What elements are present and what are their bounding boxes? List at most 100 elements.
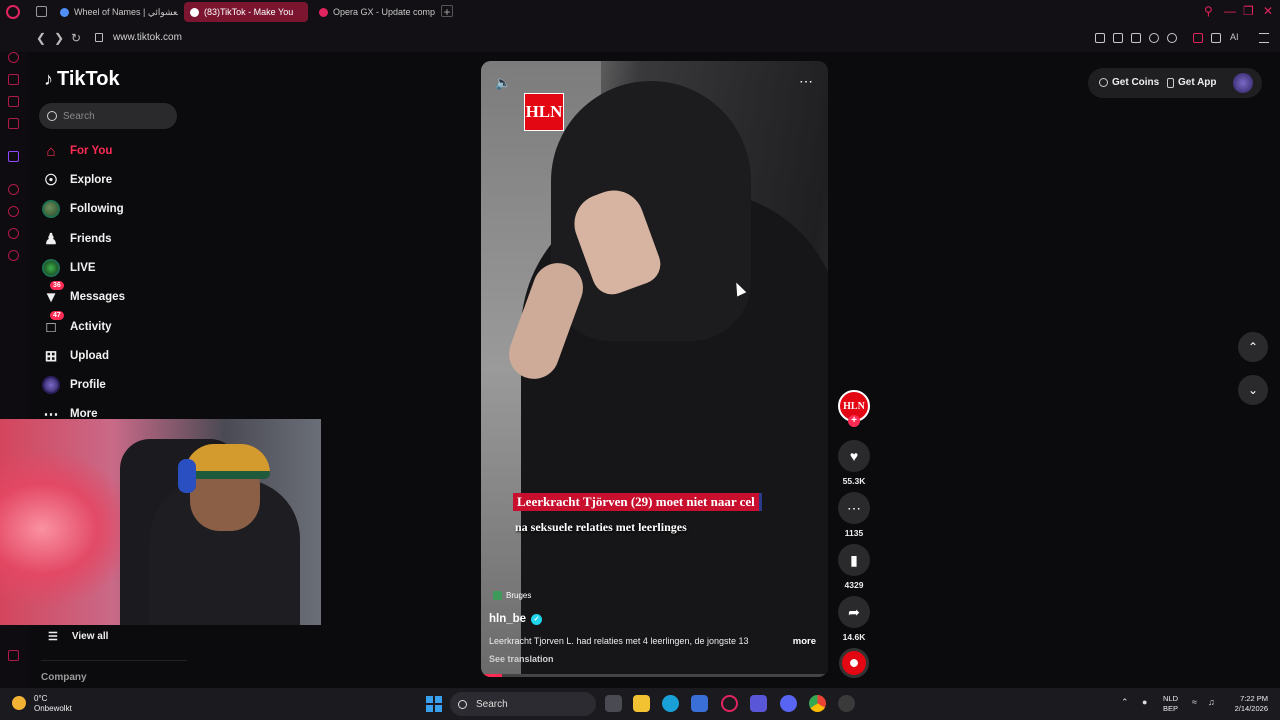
user-avatar[interactable] [1233, 73, 1253, 93]
nav-label: Profile [70, 379, 106, 391]
tiktok-logo[interactable]: ♪ TikTok [44, 68, 120, 91]
twitch-icon[interactable] [8, 151, 19, 162]
close-window-button[interactable]: ✕ [1263, 4, 1273, 18]
next-video-button[interactable]: ⌄ [1238, 375, 1268, 405]
speed-dial-icon[interactable] [8, 52, 19, 63]
company-link[interactable]: Company [41, 672, 87, 683]
view-all-link[interactable]: ☰ View all [48, 630, 108, 643]
coin-icon [1099, 78, 1108, 87]
edge-icon[interactable] [662, 695, 679, 712]
weather-widget[interactable]: 0°C Onbewolkt [34, 694, 72, 714]
music-disc-icon[interactable] [839, 648, 869, 678]
file-explorer-icon[interactable] [633, 695, 650, 712]
steam-icon[interactable] [838, 695, 855, 712]
workspaces-icon[interactable] [36, 6, 47, 17]
taskbar-search[interactable]: Search [450, 692, 596, 716]
tab-opera-update[interactable]: Opera GX - Update comple [313, 2, 435, 22]
forward-button[interactable]: ❯ [54, 31, 64, 45]
comment-count: 1135 [844, 528, 864, 538]
app-icon[interactable] [750, 695, 767, 712]
wifi-icon[interactable]: ≈ [1192, 697, 1197, 707]
download-icon[interactable] [1211, 33, 1221, 43]
clock-time: 7:22 PM [1240, 694, 1268, 703]
opera-logo-icon[interactable] [6, 5, 20, 19]
back-button[interactable]: ❮ [36, 31, 46, 45]
comment-button[interactable]: ⋯ [838, 492, 870, 524]
bookmark-icon[interactable] [1095, 33, 1105, 43]
ai-button[interactable]: AI [1230, 32, 1239, 42]
messenger-icon[interactable] [8, 118, 19, 129]
shield-icon[interactable] [1131, 33, 1141, 43]
url-field[interactable]: www.tiktok.com [113, 32, 182, 43]
heart-icon: ♥ [849, 448, 859, 464]
new-tab-button[interactable]: + [441, 5, 453, 18]
language-indicator[interactable]: NLD BEP [1163, 694, 1178, 714]
restore-button[interactable]: ❐ [1243, 4, 1254, 18]
webcam-overlay [0, 419, 321, 625]
tray-chevron-up-icon[interactable]: ⌃ [1121, 697, 1129, 708]
video-progress-bar[interactable] [481, 674, 828, 677]
nav-friends[interactable]: ♟ Friends [41, 227, 111, 251]
task-view-icon[interactable] [605, 695, 622, 712]
tab-label: Opera GX - Update comple [333, 7, 435, 17]
tab-tiktok[interactable]: (83)TikTok - Make You [184, 2, 308, 22]
microphone-icon[interactable]: ● [1142, 697, 1147, 707]
author-label: hln_be [489, 613, 527, 625]
like-button[interactable]: ♥ [838, 440, 870, 472]
nav-activity[interactable]: □ 47 Activity [41, 311, 112, 339]
start-button[interactable] [426, 696, 442, 712]
nav-profile[interactable]: Profile [41, 373, 106, 397]
previous-video-button[interactable]: ⌃ [1238, 332, 1268, 362]
nav-for-you[interactable]: ⌂ For You [41, 139, 112, 163]
weather-moon-icon[interactable] [12, 696, 26, 710]
following-avatar-icon [41, 199, 61, 219]
system-clock[interactable]: 7:22 PM 2/14/2026 [1228, 694, 1268, 714]
nav-following[interactable]: Following [41, 197, 124, 221]
snapshot-icon[interactable] [1113, 33, 1123, 43]
reload-button[interactable]: ↻ [71, 31, 81, 45]
nav-explore[interactable]: ☉ Explore [41, 168, 112, 192]
video-player[interactable]: 🔈 ⋯ HLN Leerkracht Tjörven (29) moet nie… [481, 61, 828, 677]
tab-wheel-of-names[interactable]: Wheel of Names | العشوائي [54, 2, 178, 22]
heart-icon[interactable] [1167, 33, 1177, 43]
search-icon [47, 111, 57, 121]
gx-logo-icon[interactable] [8, 650, 19, 661]
extensions-icon[interactable] [8, 228, 19, 239]
search-input[interactable]: Search [39, 103, 177, 129]
nav-label: LIVE [70, 262, 96, 274]
get-app-button[interactable]: Get App [1167, 77, 1217, 88]
more-button[interactable]: more [793, 636, 816, 647]
nav-upload[interactable]: ⊞ Upload [41, 344, 109, 368]
more-options-icon[interactable]: ⋯ [799, 73, 814, 90]
get-app-label: Get App [1178, 77, 1217, 88]
discord-icon[interactable] [780, 695, 797, 712]
history-icon[interactable] [8, 206, 19, 217]
author-name[interactable]: hln_be ✓ [489, 613, 543, 625]
list-icon: ☰ [48, 631, 58, 643]
volume-icon[interactable]: 🔈 [495, 75, 511, 91]
nav-live[interactable]: LIVE [41, 256, 96, 280]
settings-icon[interactable] [8, 250, 19, 261]
chrome-icon[interactable] [809, 695, 826, 712]
nav-messages[interactable]: ▼ 36 Messages [41, 281, 125, 309]
save-button[interactable]: ▮ [838, 544, 870, 576]
minimize-button[interactable]: — [1224, 4, 1236, 18]
search-tabs-icon[interactable]: ⚲ [1204, 4, 1213, 18]
opera-gx-taskbar-icon[interactable] [721, 695, 738, 712]
share-button[interactable]: ➦ [838, 596, 870, 628]
volume-icon[interactable]: ♫ [1208, 697, 1215, 707]
location-tag[interactable]: Bruges [493, 591, 531, 600]
gx-control-icon[interactable] [8, 74, 19, 85]
menu-icon[interactable] [1259, 33, 1269, 43]
tiktok-favicon-icon [190, 7, 199, 17]
play-icon[interactable] [1149, 33, 1159, 43]
get-coins-button[interactable]: Get Coins [1099, 77, 1159, 88]
see-translation-link[interactable]: See translation [489, 654, 554, 664]
gx-corner-icon[interactable] [8, 96, 19, 107]
follow-button[interactable]: + [848, 415, 860, 427]
progress-fill [481, 674, 502, 677]
profile-icon[interactable] [1193, 33, 1203, 43]
player-icon[interactable] [8, 184, 19, 195]
store-icon[interactable] [691, 695, 708, 712]
tab-label: (83)TikTok - Make You [204, 7, 294, 17]
